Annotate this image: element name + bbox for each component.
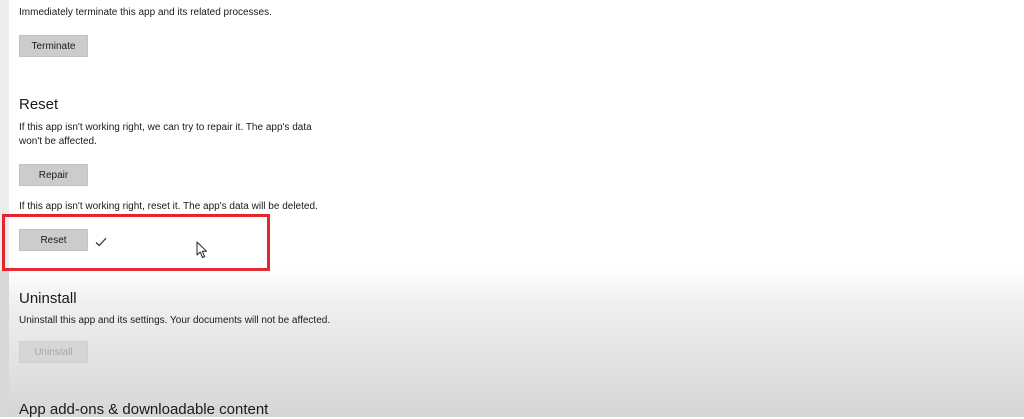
reset-description: If this app isn't working right, reset i… (19, 201, 318, 212)
repair-description-line-1: If this app isn't working right, we can … (19, 122, 312, 133)
uninstall-section-title: Uninstall (19, 290, 77, 307)
terminate-description: Immediately terminate this app and its r… (19, 7, 272, 18)
repair-description-line-2: won't be affected. (19, 136, 97, 147)
addons-section-title: App add-ons & downloadable content (19, 401, 269, 418)
left-edge-strip-lower (0, 270, 9, 417)
reset-section-title: Reset (19, 96, 59, 113)
mouse-pointer-icon (196, 241, 207, 258)
reset-highlight-box (2, 214, 270, 271)
uninstall-description: Uninstall this app and its settings. You… (19, 315, 331, 326)
faded-lower-area (9, 268, 1024, 417)
repair-button[interactable]: Repair (19, 164, 88, 186)
uninstall-button[interactable]: Uninstall (19, 341, 88, 363)
terminate-button[interactable]: Terminate (19, 35, 88, 57)
